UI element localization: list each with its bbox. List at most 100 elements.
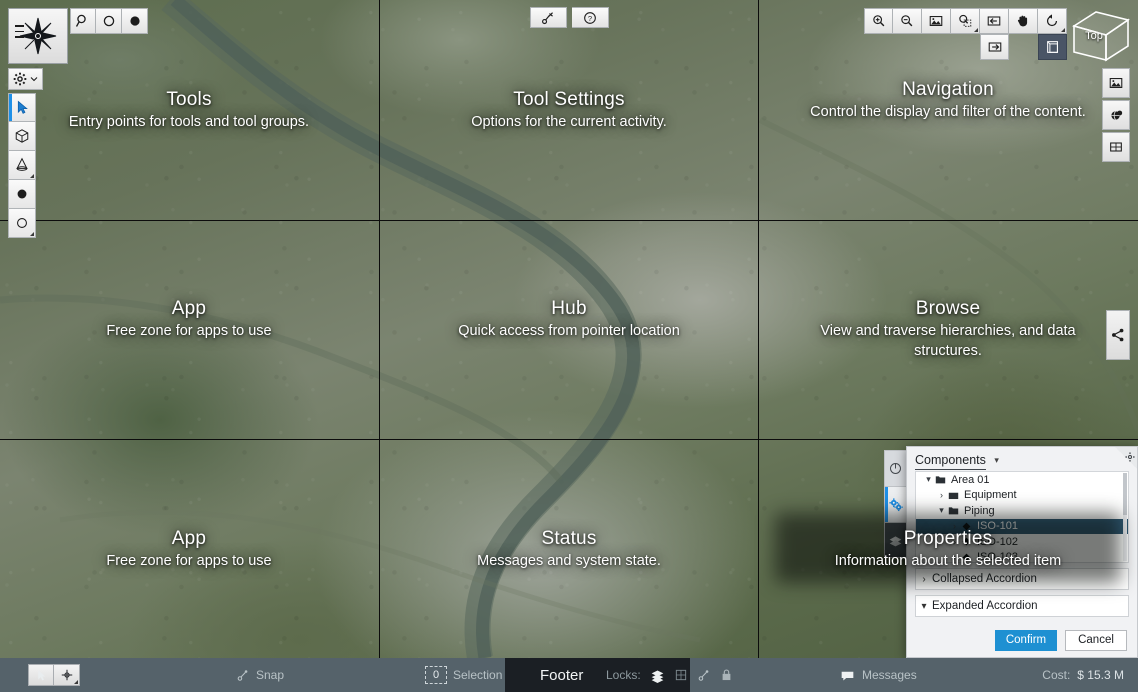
compass-rose-icon — [19, 17, 57, 55]
tree-row[interactable]: › ISO-101 — [916, 518, 1128, 534]
tools-toolbar[interactable] — [70, 8, 148, 34]
search-measure-icon — [75, 14, 86, 27]
panel-footer: Confirm Cancel — [907, 623, 1137, 657]
tool-settings-wrench-button[interactable] — [530, 7, 567, 28]
tool-cube-button[interactable] — [8, 122, 36, 151]
view-cube[interactable]: Top — [1070, 8, 1132, 66]
circle-filled-icon — [129, 16, 140, 26]
navigation-toolbar-row2[interactable] — [980, 34, 1067, 60]
component-tree[interactable]: ▾ Area 01 › Equipment ▾ Piping › ISO-101… — [915, 471, 1129, 563]
nav-next-view-button[interactable] — [980, 34, 1009, 60]
footer-snap[interactable]: Snap — [236, 668, 284, 682]
diamond-icon — [961, 536, 972, 547]
footer-cost-label: Cost: — [1042, 668, 1071, 682]
tree-scrollbar[interactable] — [1123, 473, 1127, 561]
tool-ring-button[interactable] — [8, 209, 36, 238]
chevron-right-icon[interactable]: › — [935, 490, 948, 500]
arrow-right-box-icon — [988, 42, 1001, 52]
nav-section-button[interactable] — [1038, 34, 1067, 60]
tree-row[interactable]: ▾ Piping — [916, 503, 1128, 519]
tree-row[interactable]: › ISO-102 — [916, 534, 1128, 550]
image-icon — [929, 16, 943, 26]
folder-open-icon — [935, 474, 946, 485]
cancel-button[interactable]: Cancel — [1065, 629, 1127, 651]
accordion-expanded[interactable]: ▾ Expanded Accordion — [915, 595, 1129, 617]
padlock-icon[interactable] — [720, 668, 733, 682]
image-icon — [1109, 78, 1123, 88]
panel-settings-corner[interactable] — [1115, 447, 1137, 469]
nav-pan-button[interactable] — [1009, 8, 1038, 34]
panel-header: Components ▾ — [907, 447, 1137, 471]
panel-vertical-tabs[interactable] — [884, 450, 907, 558]
nav-rotate-button[interactable] — [1038, 8, 1067, 34]
chevron-right-icon[interactable]: › — [916, 574, 932, 585]
panel-tab-layers[interactable] — [884, 522, 907, 558]
panel-tab-components[interactable] — [884, 486, 907, 522]
tree-row[interactable]: ▾ Area 01 — [916, 472, 1128, 488]
rail-globe-button[interactable] — [1102, 100, 1130, 130]
pan-hand-icon — [1017, 15, 1028, 27]
chevron-right-icon[interactable]: › — [948, 537, 961, 547]
tree-row-label: ISO-101 — [977, 520, 1018, 533]
tool-settings-toolbar[interactable]: ? — [530, 7, 609, 28]
footer-locks[interactable]: Locks: — [606, 668, 733, 683]
tool-measure-button[interactable] — [70, 8, 96, 34]
nav-previous-view-button[interactable] — [980, 8, 1009, 34]
snap-point-icon — [61, 669, 72, 681]
rail-image-button[interactable] — [1102, 68, 1130, 98]
tree-row-label: ISO-103 — [977, 551, 1018, 563]
tool-circle-button[interactable] — [96, 8, 122, 34]
confirm-button[interactable]: Confirm — [995, 629, 1057, 651]
footer-selection-label: Selection — [453, 668, 503, 682]
tool-settings-help-button[interactable]: ? — [572, 7, 609, 28]
tool-sphere-button[interactable] — [8, 180, 36, 209]
right-icon-rail[interactable] — [1102, 68, 1130, 164]
chevron-right-icon[interactable]: › — [948, 552, 961, 562]
nav-zoom-window-button[interactable] — [951, 8, 980, 34]
properties-panel[interactable]: Components ▾ ▾ Area 01 › Equipment ▾ Pip… — [906, 446, 1138, 658]
cursor-arrow-icon — [37, 669, 45, 680]
nav-zoom-out-button[interactable] — [893, 8, 922, 34]
tree-row[interactable]: › ISO-103 — [916, 550, 1128, 563]
tool-solid-button[interactable] — [122, 8, 148, 34]
chevron-down-icon[interactable]: ▾ — [994, 455, 999, 465]
footer-selection[interactable]: 0 Selection — [425, 666, 502, 684]
footer-cost: Cost: $ 15.3 M — [1042, 668, 1124, 682]
app-logo-button[interactable] — [8, 8, 68, 64]
tree-row-label: Equipment — [964, 489, 1017, 502]
folder-closed-icon — [948, 490, 959, 501]
speech-bubble-icon — [841, 671, 854, 680]
tool-cone-button[interactable] — [8, 151, 36, 180]
accordion-label: Expanded Accordion — [932, 600, 1038, 612]
tool-options-button[interactable] — [8, 68, 43, 90]
panel-tab-label[interactable]: Components — [915, 453, 986, 470]
globe-icon — [1110, 110, 1122, 120]
grid-icon[interactable] — [674, 668, 688, 682]
chevron-right-icon[interactable]: › — [948, 521, 961, 531]
zoom-in-icon — [872, 15, 884, 27]
footer-select-tools[interactable] — [28, 664, 80, 686]
tree-row-label: Piping — [964, 504, 995, 517]
tool-select-button[interactable] — [8, 93, 36, 122]
nav-fit-view-button[interactable] — [922, 8, 951, 34]
chevron-down-icon[interactable]: ▾ — [922, 474, 935, 485]
footer-select-button[interactable] — [28, 664, 54, 686]
footer-snap-point-button[interactable] — [54, 664, 80, 686]
nav-zoom-in-button[interactable] — [864, 8, 893, 34]
info-circle-icon — [890, 463, 901, 474]
cube-icon — [15, 129, 29, 143]
footer-messages[interactable]: Messages — [840, 668, 917, 683]
rail-grid-button[interactable] — [1102, 132, 1130, 162]
navigation-toolbar[interactable] — [864, 8, 1067, 34]
accordion-collapsed[interactable]: › Collapsed Accordion — [915, 568, 1129, 590]
panel-tab-info[interactable] — [884, 450, 907, 486]
chevron-down-icon[interactable]: ▾ — [935, 505, 948, 516]
diamond-icon — [961, 521, 972, 532]
snap-icon[interactable] — [697, 668, 711, 682]
tree-row[interactable]: › Equipment — [916, 488, 1128, 504]
layers-icon[interactable] — [650, 668, 665, 683]
share-button[interactable] — [1106, 310, 1130, 360]
wrench-icon — [541, 11, 553, 24]
tool-rail[interactable] — [8, 93, 36, 238]
chevron-down-icon[interactable]: ▾ — [916, 601, 932, 612]
